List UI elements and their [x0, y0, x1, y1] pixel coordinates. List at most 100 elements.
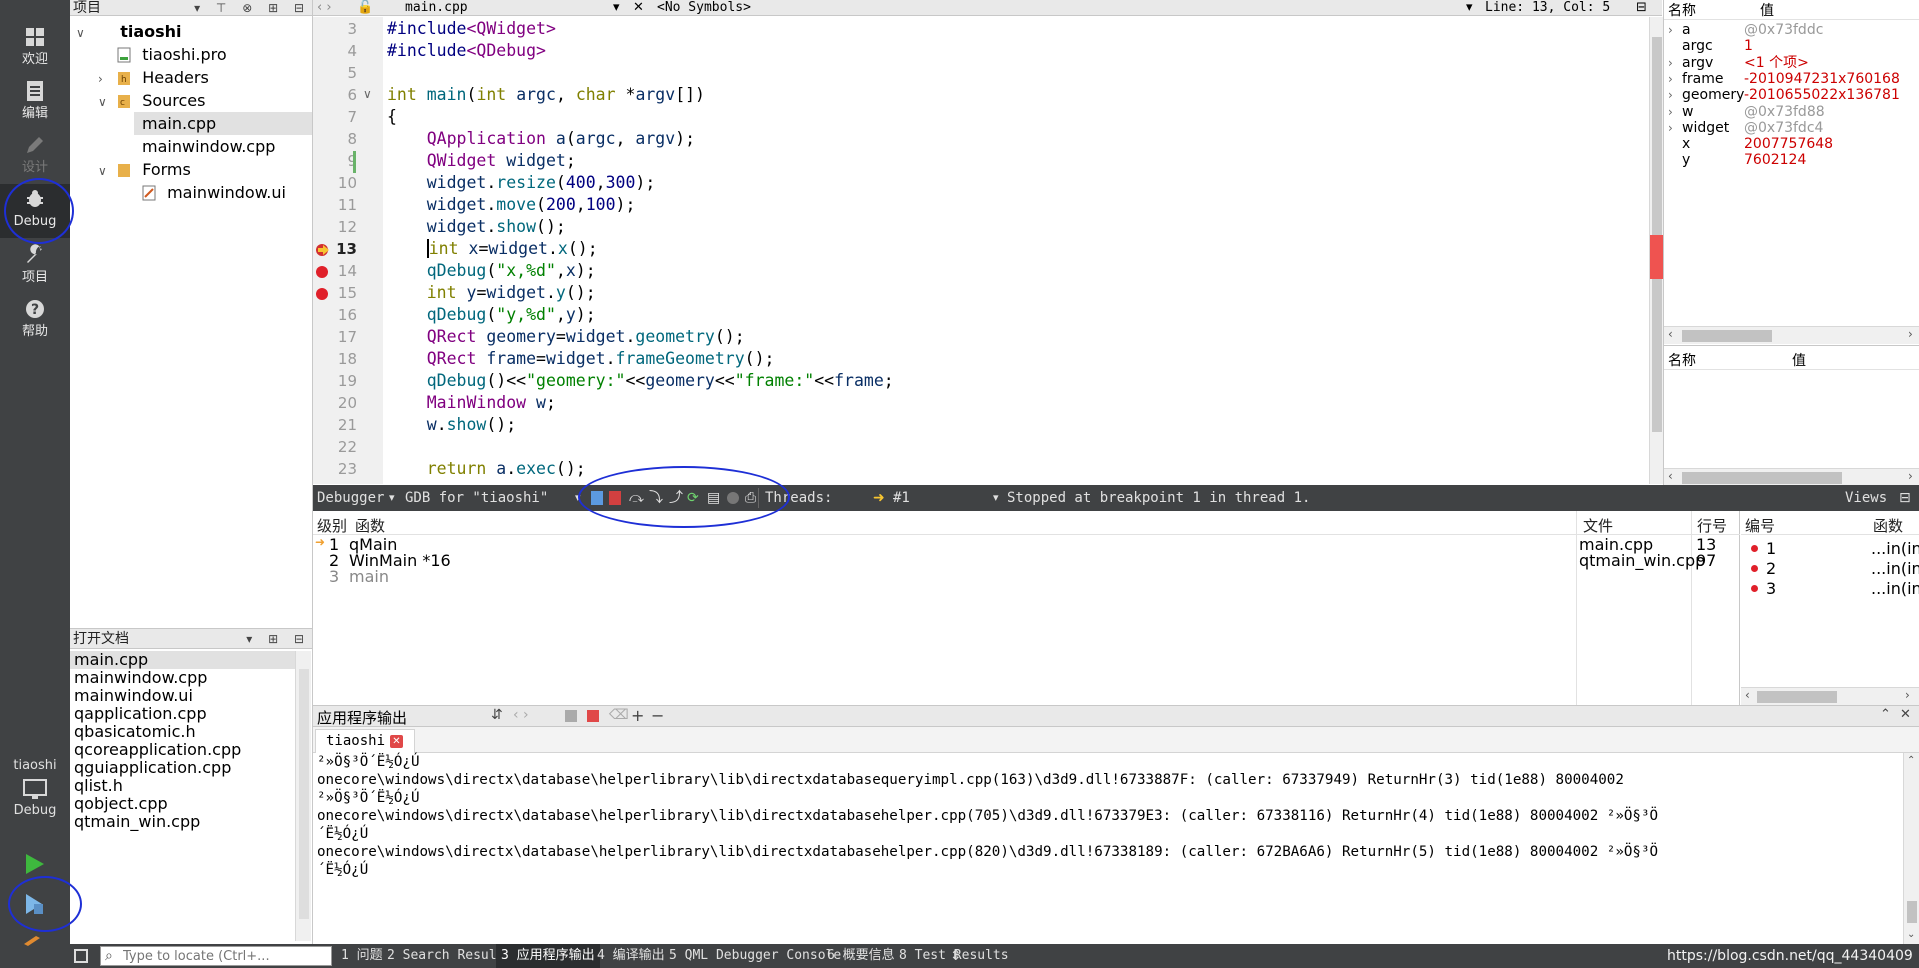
output-tab-tiaoshi[interactable]: tiaoshi ✕	[315, 729, 415, 753]
chevron-down-icon[interactable]: ▾	[389, 485, 395, 511]
stack-row[interactable]: 3 main	[313, 567, 1740, 586]
kit-selector[interactable]: tiaoshi Debug	[0, 758, 70, 818]
tree-item-pro-file[interactable]: tiaoshi.pro	[98, 43, 227, 66]
tree-item-forms[interactable]: ∨ Forms	[98, 158, 191, 181]
cursor-position[interactable]: Line: 13, Col: 5	[1485, 0, 1610, 16]
editor-scrollbar[interactable]	[1649, 17, 1664, 484]
breakpoint-row[interactable]: 2 ...in(in	[1741, 559, 1919, 579]
locals-row[interactable]: › geomery -2010655022x136781	[1664, 87, 1919, 103]
clear-icon[interactable]: ⌫	[609, 707, 629, 723]
operate-by-instruction-icon[interactable]: ▤	[707, 485, 720, 511]
attach-icon[interactable]: ⇵	[491, 707, 503, 723]
locals-row[interactable]: › argv <1 个项>	[1664, 55, 1919, 71]
chevron-down-icon[interactable]: ▾	[1466, 0, 1473, 16]
tree-item-mainwindow-ui[interactable]: mainwindow.ui	[142, 181, 286, 204]
mode-projects[interactable]: 项目	[0, 240, 70, 294]
chevron-down-icon[interactable]: ▾	[993, 485, 999, 511]
record-icon[interactable]	[727, 492, 739, 504]
locals-col-value[interactable]: 值	[1760, 0, 1774, 20]
output-pane-tab[interactable]: 3 应用程序输出	[496, 944, 600, 968]
mode-welcome[interactable]: 欢迎	[0, 22, 70, 76]
back-forward-icons[interactable]: ‹ ›	[317, 0, 332, 16]
step-out-icon[interactable]: ⤴	[669, 485, 683, 511]
breakpoint-marker[interactable]	[316, 288, 328, 300]
stack-col-file[interactable]: 文件	[1583, 515, 1613, 536]
thread-selector[interactable]: #1	[893, 485, 910, 511]
chevron-right-icon[interactable]: ›	[98, 68, 112, 91]
tree-item-mainwindow-cpp[interactable]: mainwindow.cpp	[142, 135, 275, 158]
zoom-in-icon[interactable]: +	[631, 706, 644, 725]
mode-debug[interactable]: Debug	[0, 184, 70, 238]
stop-icon[interactable]	[587, 710, 599, 722]
tree-item-project[interactable]: ∨ tiaoshi	[76, 20, 182, 43]
zoom-out-icon[interactable]: −	[651, 706, 664, 725]
stack-col-level[interactable]: 级别	[317, 515, 347, 536]
engine-selector[interactable]: GDB for "tiaoshi"	[405, 485, 548, 511]
output-pane-tab[interactable]: 1 问题	[336, 944, 388, 968]
locals-row[interactable]: x 2007757648	[1664, 136, 1919, 152]
close-panel-icon[interactable]: ✕	[1900, 707, 1911, 722]
locals-col-name[interactable]: 名称	[1668, 0, 1696, 20]
chevron-right-icon[interactable]: ›	[1668, 87, 1673, 103]
split-icon[interactable]: ⊟	[1636, 0, 1647, 16]
expressions-hscrollbar[interactable]: ‹ ›	[1664, 468, 1919, 486]
mode-edit[interactable]: 编辑	[0, 76, 70, 130]
mode-design[interactable]: 设计	[0, 130, 70, 184]
stack-row[interactable]: 2 WinMain *16 qtmain_win.cpp 97	[313, 551, 1740, 570]
chevron-down-icon[interactable]: ▾	[613, 0, 620, 16]
chevron-right-icon[interactable]: ›	[1668, 120, 1673, 136]
open-document-item[interactable]: qlist.h	[70, 777, 302, 795]
continue-icon[interactable]	[591, 491, 603, 505]
docs-scrollbar[interactable]	[295, 651, 311, 941]
open-document-item[interactable]: qguiapplication.cpp	[70, 759, 302, 777]
expressions-col-value[interactable]: 值	[1792, 350, 1806, 370]
locator-field[interactable]	[123, 948, 329, 964]
open-document-item[interactable]: qapplication.cpp	[70, 705, 302, 723]
locals-row[interactable]: › widget @0x73fdc4	[1664, 120, 1919, 136]
panel-tools-icon[interactable]: ▾ ⊤ ⊗ ⊞ ⊟	[194, 0, 310, 16]
breakpoint-row[interactable]: 1 ...in(in	[1741, 539, 1919, 559]
chevron-right-icon[interactable]: ›	[1668, 104, 1673, 120]
maximize-icon[interactable]: ⌃	[1880, 707, 1891, 722]
breakpoints-col-function[interactable]: 函数	[1873, 515, 1903, 536]
stop-debugger-icon[interactable]	[609, 491, 621, 505]
close-tab-icon[interactable]: ✕	[390, 735, 403, 748]
chevron-updown-icon[interactable]: ⇕	[950, 944, 962, 968]
build-hammer-icon[interactable]	[22, 932, 46, 950]
locals-hscrollbar[interactable]: ‹ ›	[1664, 326, 1919, 344]
open-document-item[interactable]: mainwindow.ui	[70, 687, 302, 705]
open-document-item[interactable]: main.cpp	[70, 651, 302, 669]
expressions-col-name[interactable]: 名称	[1668, 350, 1696, 370]
chevron-right-icon[interactable]: ›	[1668, 71, 1673, 87]
step-into-icon[interactable]: ⤵	[649, 485, 663, 511]
open-document-item[interactable]: qobject.cpp	[70, 795, 302, 813]
locals-row[interactable]: › frame -2010947231x760168	[1664, 71, 1919, 87]
chevron-right-icon[interactable]: ›	[1668, 22, 1673, 38]
views-menu[interactable]: Views	[1845, 485, 1887, 511]
sidebar-toggle-icon[interactable]	[74, 949, 88, 963]
output-scrollbar[interactable]: ⌃ ⌄	[1903, 753, 1919, 944]
start-debugging-icon[interactable]	[22, 892, 46, 922]
breakpoint-marker[interactable]	[316, 266, 328, 278]
debugger-selector[interactable]: Debugger	[317, 485, 384, 511]
tree-item-headers[interactable]: › h Headers	[98, 66, 209, 89]
mode-help[interactable]: ? 帮助	[0, 294, 70, 348]
reverse-icon[interactable]: ⎙	[745, 485, 756, 511]
panel-toggle-icon[interactable]: ⊟	[1899, 485, 1911, 511]
locals-row[interactable]: › w @0x73fd88	[1664, 104, 1919, 120]
chevron-down-icon[interactable]: ∨	[98, 160, 112, 183]
tree-item-main-cpp[interactable]: main.cpp	[134, 112, 312, 135]
editor-file-selector[interactable]: main.cpp	[405, 0, 468, 16]
rerun-icon[interactable]	[565, 710, 577, 722]
step-over-icon[interactable]: ⤼	[629, 485, 644, 511]
panel-tools-icon[interactable]: ▾ ⊞ ⊟	[246, 629, 310, 649]
output-pane-tab[interactable]: 5 QML Debugger Console	[664, 944, 846, 968]
chevron-down-icon[interactable]: ▾	[575, 485, 581, 511]
stack-col-line[interactable]: 行号	[1697, 515, 1727, 536]
app-output-text[interactable]: ²»Ö§³Ö´Ë½Ó¿Ú onecore\windows\directx\data…	[313, 753, 1905, 944]
fold-marker-icon[interactable]: ∨	[363, 87, 372, 101]
locals-row[interactable]: argc 1	[1664, 38, 1919, 54]
breakpoint-row[interactable]: 3 ...in(in	[1741, 579, 1919, 599]
stack-col-function[interactable]: 函数	[355, 515, 385, 536]
chevron-down-icon[interactable]: ∨	[98, 91, 112, 114]
